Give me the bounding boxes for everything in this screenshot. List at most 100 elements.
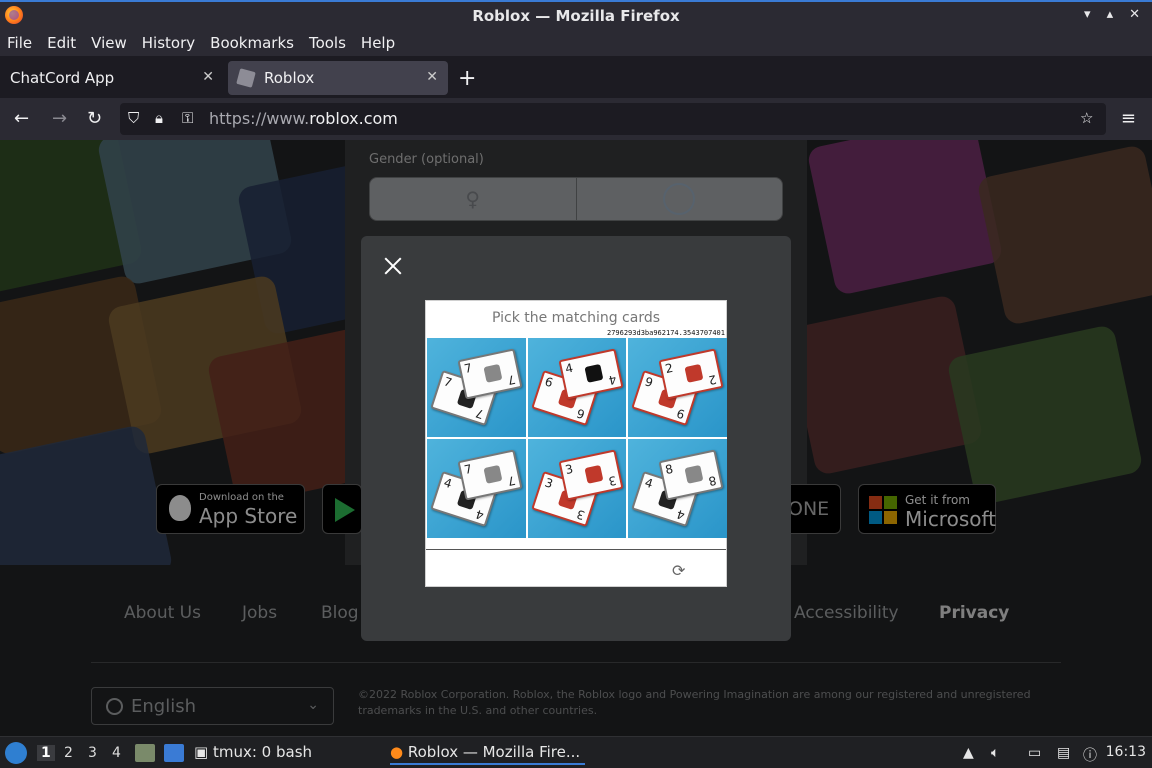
card-number: 8 [664,461,675,478]
taskbar-terminal[interactable]: ▣ tmux: 0 bash [194,743,312,765]
card-number: 4 [442,475,454,492]
workspace-2[interactable]: 2 [64,745,73,761]
captcha-grid: 777766449922447733334488 [427,338,727,538]
playing-card: 77 [457,348,523,400]
playing-card: 77 [457,449,523,501]
card-number: 8 [707,472,719,489]
card-number: 7 [462,360,474,377]
card-number: 7 [506,472,518,489]
lock-icon[interactable]: 🔒︎ [155,109,163,127]
card-number: 3 [574,506,587,523]
tab-roblox[interactable]: Roblox ✕ [228,61,448,95]
url-text[interactable]: https://www.roblox.com [209,109,398,128]
card-symbol-icon [483,363,503,383]
menu-history[interactable]: History [142,34,195,52]
card-number: 3 [607,472,618,489]
maximize-icon[interactable]: ▴ [1107,7,1114,22]
volume-icon[interactable]: 🔈︎ [991,745,999,761]
captcha-cell[interactable]: 3333 [527,439,627,538]
menu-bar: File Edit View History Bookmarks Tools H… [0,30,1152,56]
menu-file[interactable]: File [7,34,32,52]
back-icon[interactable]: ← [14,108,29,129]
close-icon[interactable]: ✕ [1129,7,1140,22]
card-number: 6 [542,374,555,391]
notification-icon[interactable]: ⓘ [1083,745,1097,765]
taskbar-firefox[interactable]: ● Roblox — Mozilla Fire... [390,743,585,765]
workspace-1[interactable]: 1 [37,745,55,761]
card-number: 4 [474,506,486,523]
refresh-icon[interactable]: ⟳ [672,561,685,580]
menu-view[interactable]: View [91,34,127,52]
card-number: 7 [506,371,518,388]
menu-tools[interactable]: Tools [309,34,346,52]
card-number: 7 [462,461,474,478]
workspace-3[interactable]: 3 [88,745,97,761]
captcha-cell[interactable]: 6644 [527,338,627,437]
firefox-icon: ● [390,743,404,761]
file-manager-icon[interactable] [135,744,155,762]
terminal-icon: ▣ [194,743,209,761]
page-content: Gender (optional) ♀ Download on the App … [0,140,1152,736]
tab-label: Roblox [264,69,315,87]
taskbar: 1 2 3 4 ▣ tmux: 0 bash ● Roblox — Mozill… [0,736,1152,768]
shield-icon[interactable]: ⛉ [128,109,139,127]
minimize-icon[interactable]: ▾ [1084,7,1091,22]
tab-bar: ChatCord App ✕ Roblox ✕ + [0,58,1152,98]
card-symbol-icon [584,464,604,484]
tray-up-icon[interactable]: ▲ [963,745,974,761]
card-number: 4 [675,506,688,523]
clipboard-icon[interactable]: ▤ [1057,745,1070,761]
tab-close-icon[interactable]: ✕ [202,69,214,85]
card-number: 4 [643,475,656,492]
screen: Roblox — Mozilla Firefox ▾ ▴ ✕ File Edit… [0,0,1152,768]
card-number: 9 [675,405,688,422]
start-menu-icon[interactable] [5,742,27,764]
network-icon[interactable]: ▭ [1028,745,1041,761]
tab-chatcord[interactable]: ChatCord App ✕ [0,61,224,95]
menu-help[interactable]: Help [361,34,395,52]
desktop-icon[interactable] [164,744,184,762]
close-icon[interactable] [381,254,405,278]
card-number: 2 [664,360,675,377]
window-titlebar: Roblox — Mozilla Firefox ▾ ▴ ✕ [0,0,1152,30]
captcha-prompt: Pick the matching cards [491,310,661,326]
reload-icon[interactable]: ↻ [87,108,102,129]
card-symbol-icon [584,363,604,383]
workspace-4[interactable]: 4 [112,745,121,761]
card-symbol-icon [483,464,503,484]
captcha-cell[interactable]: 4488 [628,439,727,538]
menu-edit[interactable]: Edit [47,34,76,52]
menu-bookmarks[interactable]: Bookmarks [210,34,294,52]
captcha-cell[interactable]: 4477 [427,439,526,538]
firefox-icon [5,6,23,24]
new-tab-icon[interactable]: + [458,66,476,91]
bookmark-star-icon[interactable]: ☆ [1080,109,1093,127]
card-symbol-icon [684,464,704,484]
captcha-token: 2796293d3ba962174.3543707401 [606,329,725,337]
captcha-cell[interactable]: 7777 [427,338,526,437]
roblox-favicon-icon [236,68,256,88]
url-domain: roblox.com [309,109,398,128]
card-number: 4 [563,360,575,377]
playing-card: 44 [558,348,624,400]
captcha-cell[interactable]: 9922 [628,338,727,437]
window-title: Roblox — Mozilla Firefox [472,7,680,25]
card-number: 7 [442,374,454,391]
card-symbol-icon [684,363,704,383]
firefox-label: Roblox — Mozilla Fire... [407,743,581,761]
card-number: 3 [542,475,555,492]
tab-close-icon[interactable]: ✕ [426,69,438,85]
card-number: 4 [607,371,618,388]
hamburger-menu-icon[interactable]: ≡ [1121,108,1136,129]
url-bar[interactable]: ⛉ 🔒︎ ⚿ https://www.roblox.com ☆ [120,103,1106,135]
key-icon[interactable]: ⚿ [182,109,193,127]
captcha-divider [426,549,726,550]
forward-icon[interactable]: → [52,108,67,129]
card-number: 9 [643,374,656,391]
playing-card: 88 [658,449,724,501]
card-number: 2 [707,371,719,388]
captcha-frame: Pick the matching cards 2796293d3ba96217… [425,300,727,587]
card-number: 6 [574,405,587,422]
playing-card: 22 [658,348,724,400]
playing-card: 33 [558,449,624,501]
